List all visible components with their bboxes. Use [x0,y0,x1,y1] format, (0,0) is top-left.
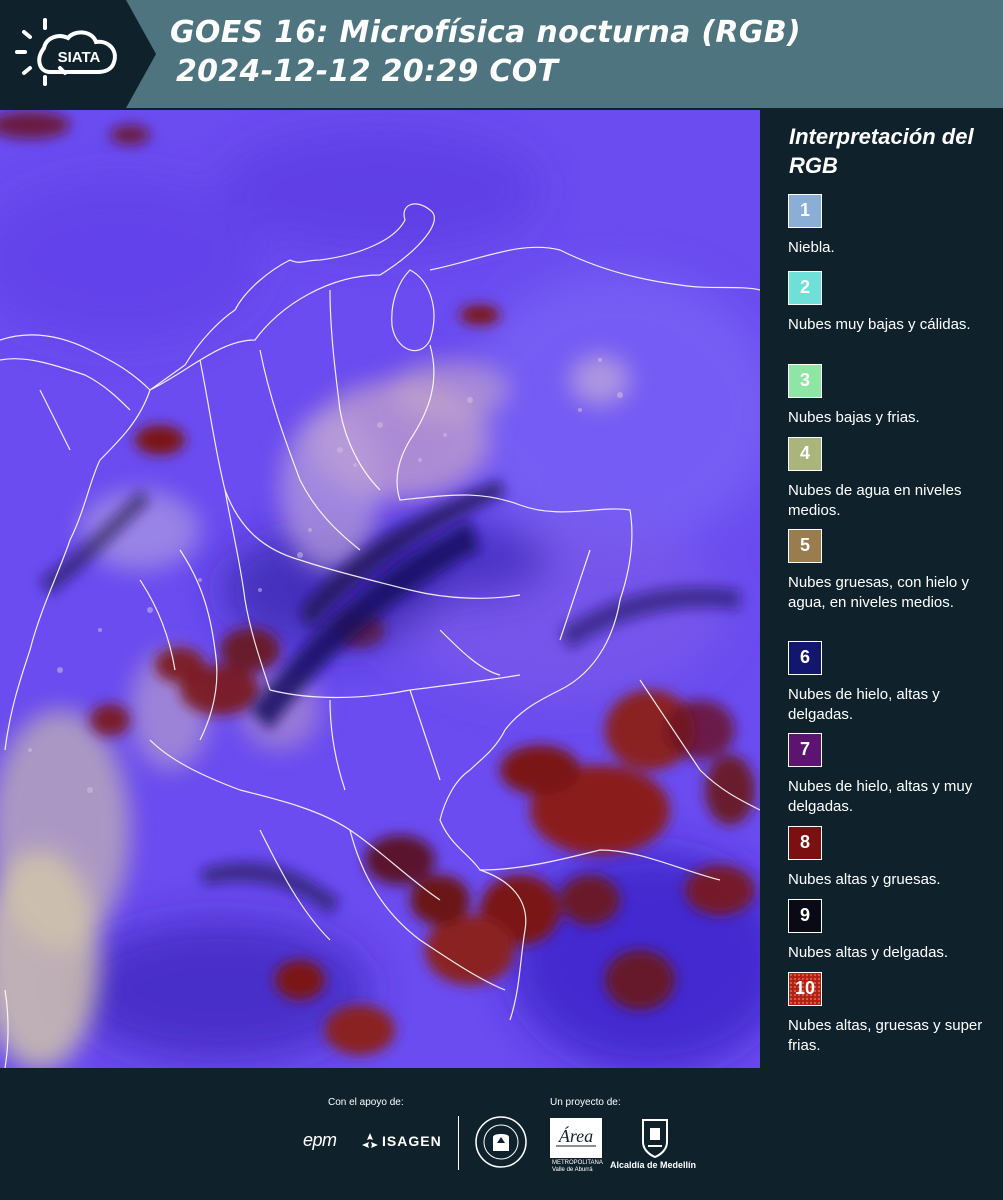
siata-logo-text: SIATA [58,49,101,66]
area-logo-text: Área [558,1125,593,1146]
alcaldia-shield-icon [640,1118,670,1163]
siata-logo: SIATA [0,0,158,108]
footer: Con el apoyo de: Un proyecto de: epm ISA… [0,1070,1003,1200]
legend-swatch-9: 9 [788,899,822,933]
legend-label-5: Nubes gruesas, con hielo y agua, en nive… [788,574,969,611]
legend-label-6: Nubes de hielo, altas y delgadas. [788,686,940,723]
legend-panel: Interpretación del RGB 1 Niebla. 2 Nubes… [760,108,1003,1070]
project-label: Un proyecto de: [550,1097,621,1108]
header: SIATA GOES 16: Microfísica nocturna (RGB… [0,0,1003,108]
area-metropolitana-logo: Área [550,1118,602,1163]
legend-swatch-4: 4 [788,437,822,471]
legend-label-1: Niebla. [788,239,835,256]
footer-divider [458,1116,459,1170]
legend-swatch-3: 3 [788,364,822,398]
legend-label-3: Nubes bajas y frias. [788,409,920,426]
legend-label-4: Nubes de agua en niveles medios. [788,482,962,519]
isagen-logo: ISAGEN [360,1131,441,1153]
isagen-text: ISAGEN [382,1133,442,1149]
legend-label-9: Nubes altas y delgadas. [788,944,949,961]
legend-label-10: Nubes altas, gruesas y super frias. [788,1017,983,1054]
epm-logo: epm [303,1130,337,1150]
legend-label-7: Nubes de hielo, altas y muy delgadas. [788,778,973,815]
area-subtitle: METROPOLITANA Valle de Aburrá [552,1160,603,1173]
legend-title: Interpretación del RGB [789,124,974,178]
universidad-seal-icon [474,1115,528,1174]
alcaldia-text: Alcaldía de Medellín [610,1160,697,1170]
legend-swatch-6: 6 [788,641,822,675]
legend-swatch-8: 8 [788,826,822,860]
map-timestamp: 2024-12-12 20:29 COT [176,54,559,89]
legend-swatch-5: 5 [788,529,822,563]
legend-label-8: Nubes altas y gruesas. [788,871,941,888]
legend-swatch-10: 10 [788,972,822,1006]
legend-label-2: Nubes muy bajas y cálidas. [788,316,971,333]
map-title: GOES 16: Microfísica nocturna (RGB) [170,15,801,50]
legend-swatch-7: 7 [788,733,822,767]
isagen-mark-icon [362,1133,378,1148]
satellite-map[interactable] [0,110,760,1068]
support-label: Con el apoyo de: [328,1097,404,1108]
legend-swatch-2: 2 [788,271,822,305]
legend-swatch-1: 1 [788,194,822,228]
